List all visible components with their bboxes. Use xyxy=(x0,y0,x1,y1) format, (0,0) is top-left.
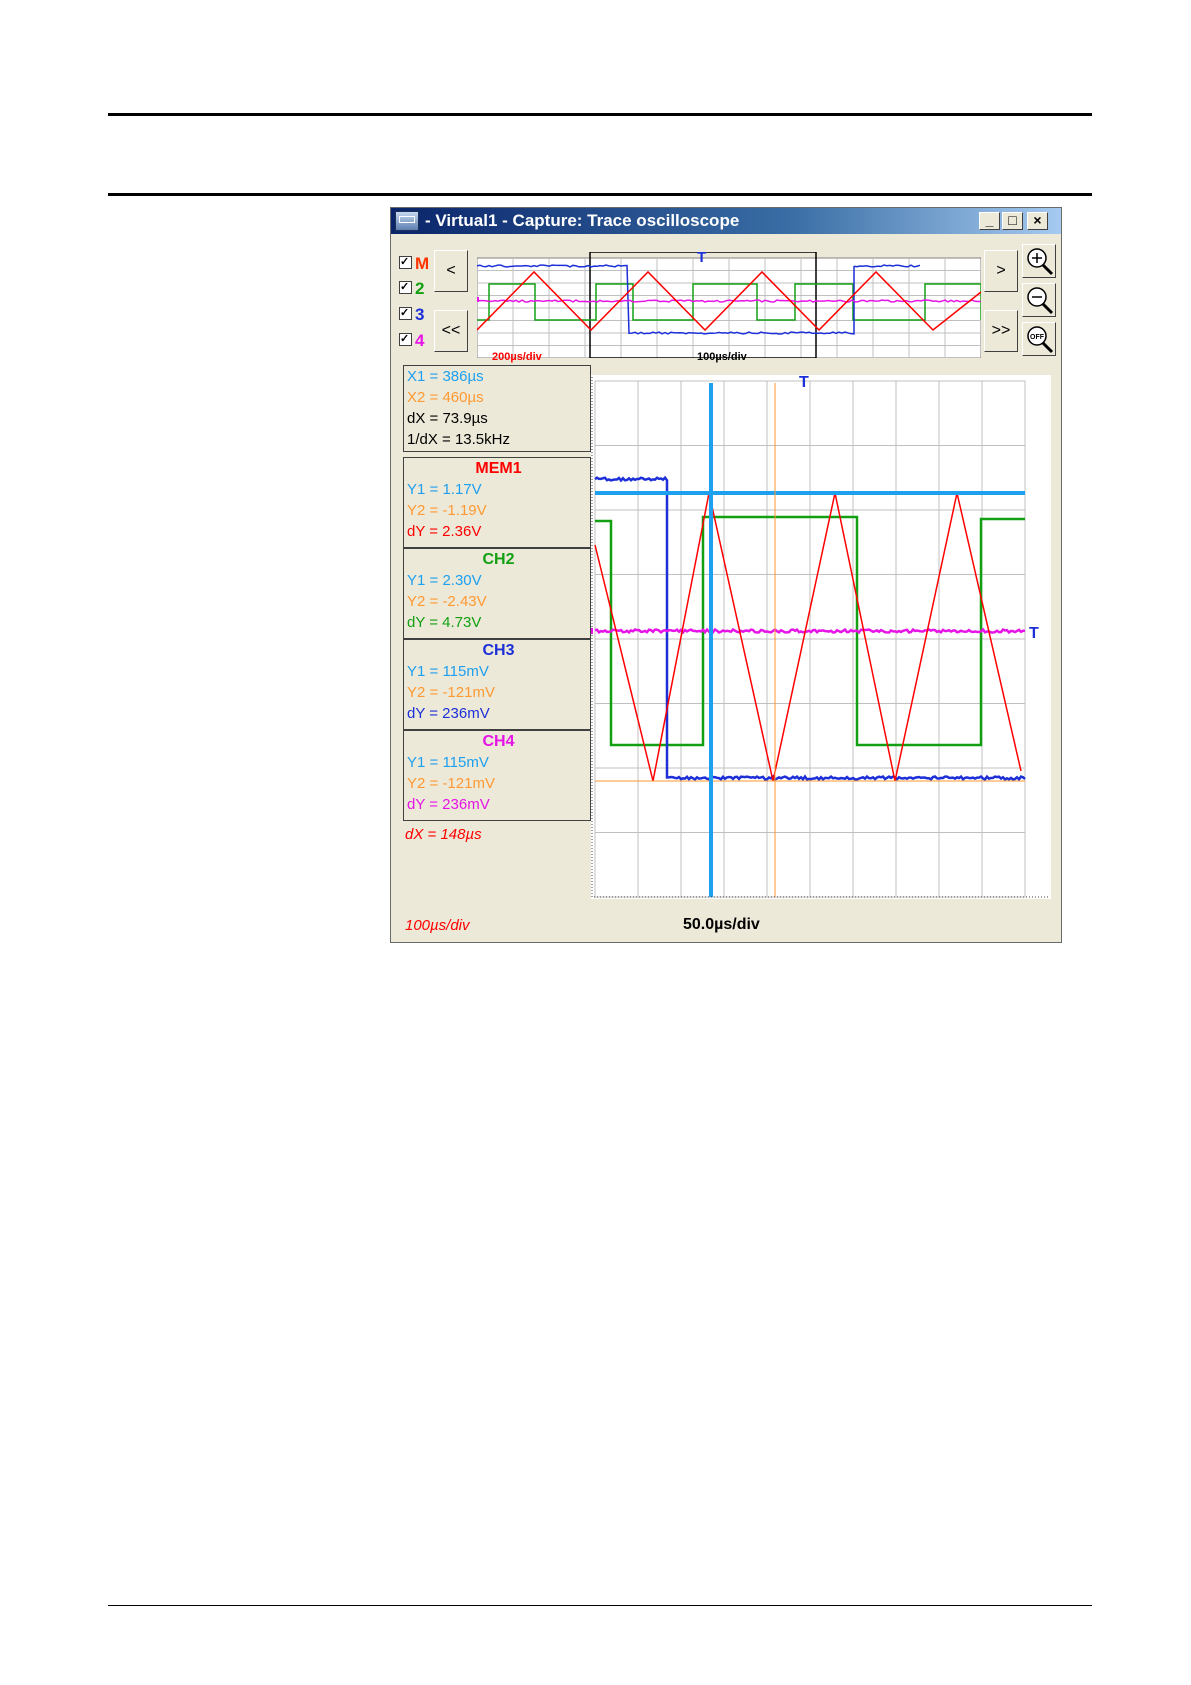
measure-dy: dY = 4.73V xyxy=(407,612,590,633)
mem-dx-label: dX = 148µs xyxy=(405,826,482,843)
measure-box-mem1: MEM1 Y1 = 1.17V Y2 = -1.19V dY = 2.36V xyxy=(403,457,591,548)
window-title: - Virtual1 - Capture: Trace oscilloscope xyxy=(425,208,739,234)
measure-y1: Y1 = 115mV xyxy=(407,661,590,682)
checkbox-3[interactable] xyxy=(399,307,412,320)
measure-title: CH3 xyxy=(407,640,590,661)
mem-timebase-label: 100µs/div xyxy=(405,917,470,934)
close-button[interactable]: × xyxy=(1027,212,1048,230)
cursor-dx: dX = 73.9µs xyxy=(407,408,590,429)
measure-title: CH2 xyxy=(407,549,590,570)
measure-title: MEM1 xyxy=(407,458,590,479)
channel-toggle-2[interactable]: 2 xyxy=(399,278,424,300)
zoom-in-button[interactable] xyxy=(1022,244,1056,278)
measure-dy: dY = 236mV xyxy=(407,703,590,724)
cursor-x2: X2 = 460µs xyxy=(407,387,590,408)
checkbox-m[interactable] xyxy=(399,256,412,269)
zoom-off-icon: OFF xyxy=(1023,323,1055,355)
cursor-inv-dx: 1/dX = 13.5kHz xyxy=(407,429,590,450)
timebase-label: 50.0µs/div xyxy=(683,916,760,934)
measure-y1: Y1 = 1.17V xyxy=(407,479,590,500)
channel-label: M xyxy=(415,254,429,273)
zoom-off-text: OFF xyxy=(1030,334,1045,341)
zoom-off-button[interactable]: OFF xyxy=(1022,322,1056,356)
cursor-readout-box: X1 = 386µs X2 = 460µs dX = 73.9µs 1/dX =… xyxy=(403,365,591,452)
zoom-in-icon xyxy=(1023,245,1055,277)
maximize-button[interactable]: □ xyxy=(1002,212,1023,230)
minimize-button[interactable]: _ xyxy=(979,212,1000,230)
footer-rule xyxy=(108,1605,1092,1606)
main-trace-ch4 xyxy=(595,630,1025,633)
measure-dy: dY = 2.36V xyxy=(407,521,590,542)
overview-scale-left: 200µs/div xyxy=(492,351,542,363)
cursor-x1: X1 = 386µs xyxy=(407,366,590,387)
overview-ch4-marker xyxy=(477,297,479,302)
header-rule-bottom xyxy=(108,193,1092,196)
scroll-first-button[interactable]: << xyxy=(434,310,468,352)
measure-box-ch2: CH2 Y1 = 2.30V Y2 = -2.43V dY = 4.73V xyxy=(403,548,591,639)
main-ch4-marker xyxy=(591,628,593,634)
measure-y1: Y1 = 2.30V xyxy=(407,570,590,591)
overview-trigger-marker: T xyxy=(697,252,706,266)
zoom-out-button[interactable] xyxy=(1022,283,1056,317)
measure-y2: Y2 = -1.19V xyxy=(407,500,590,521)
checkbox-2[interactable] xyxy=(399,281,412,294)
overview-zoom-scale: 100µs/div xyxy=(697,351,747,363)
header-rule-top xyxy=(108,113,1092,116)
channel-toggle-3[interactable]: 3 xyxy=(399,304,424,326)
measure-y2: Y2 = -2.43V xyxy=(407,591,590,612)
measure-dy: dY = 236mV xyxy=(407,794,590,815)
main-trigger-level-marker: T xyxy=(1029,625,1039,642)
measure-y1: Y1 = 115mV xyxy=(407,752,590,773)
scroll-left-button[interactable]: < xyxy=(434,250,468,292)
measure-y2: Y2 = -121mV xyxy=(407,773,590,794)
scroll-right-button[interactable]: > xyxy=(984,250,1018,292)
zoom-out-icon xyxy=(1023,284,1055,316)
channel-toggle-4[interactable]: 4 xyxy=(399,330,424,352)
measure-box-ch4: CH4 Y1 = 115mV Y2 = -121mV dY = 236mV xyxy=(403,730,591,821)
measure-title: CH4 xyxy=(407,731,590,752)
scroll-last-button[interactable]: >> xyxy=(984,310,1018,352)
oscilloscope-window: - Virtual1 - Capture: Trace oscilloscope… xyxy=(390,207,1062,943)
channel-label: 4 xyxy=(415,331,424,350)
measure-y2: Y2 = -121mV xyxy=(407,682,590,703)
measure-box-ch3: CH3 Y1 = 115mV Y2 = -121mV dY = 236mV xyxy=(403,639,591,730)
channel-label: 2 xyxy=(415,279,424,298)
overview-plot[interactable]: T xyxy=(477,252,981,358)
app-icon[interactable] xyxy=(395,211,419,231)
main-plot[interactable]: TT xyxy=(591,375,1051,899)
main-trigger-time-marker: T xyxy=(799,375,809,391)
channel-toggle-m[interactable]: M xyxy=(399,253,429,275)
channel-label: 3 xyxy=(415,305,424,324)
checkbox-4[interactable] xyxy=(399,333,412,346)
title-bar[interactable]: - Virtual1 - Capture: Trace oscilloscope… xyxy=(391,208,1061,234)
